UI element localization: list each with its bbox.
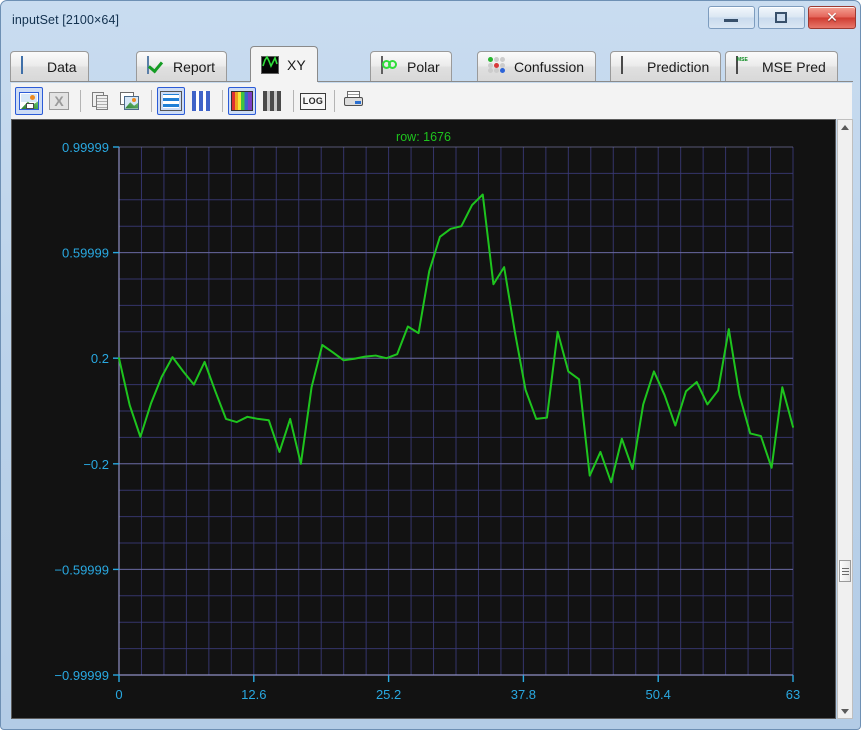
maximize-button[interactable] (758, 6, 805, 29)
tab-prediction[interactable]: Prediction (610, 51, 722, 81)
horizontal-lines-icon (160, 91, 182, 111)
copy-image-icon (120, 91, 140, 111)
minimize-button[interactable] (708, 6, 755, 29)
prediction-grid-icon (621, 56, 640, 76)
dot-matrix-icon (488, 57, 507, 76)
window-title: inputSet [2100×64] (12, 13, 120, 27)
log-icon: LOG (300, 92, 326, 110)
copy-icon (91, 91, 109, 111)
print-button[interactable] (340, 87, 368, 115)
close-button[interactable]: ✕ (808, 6, 856, 29)
svg-text:−0.99999: −0.99999 (54, 668, 109, 683)
table-grid-icon (21, 56, 40, 76)
svg-text:Column: Column (433, 716, 480, 718)
horizontal-lines-button[interactable] (157, 87, 185, 115)
svg-text:−0.59999: −0.59999 (54, 562, 109, 577)
tab-report-label: Report (173, 58, 216, 75)
gray-bars-button[interactable] (258, 87, 286, 115)
tab-mse-pred[interactable]: MSE Pred (725, 51, 838, 81)
scrollbar-thumb[interactable] (839, 560, 851, 582)
copy-image-button[interactable] (116, 87, 144, 115)
checkmark-icon (147, 56, 166, 76)
excel-icon (49, 92, 69, 110)
maximize-icon (775, 12, 787, 23)
save-image-button[interactable] (15, 87, 43, 115)
title-bar: inputSet [2100×64] ✕ (1, 1, 861, 41)
tab-polar[interactable]: Polar (370, 51, 452, 81)
vertical-bars-button[interactable] (187, 87, 215, 115)
vertical-bars-icon (192, 91, 210, 111)
svg-text:12.6: 12.6 (241, 687, 266, 702)
toolbar-separator (222, 90, 223, 112)
application-window: inputSet [2100×64] ✕ Data Report XY Pola… (0, 0, 861, 730)
svg-text:50.4: 50.4 (646, 687, 671, 702)
toolbar-separator (293, 90, 294, 112)
svg-text:63: 63 (786, 687, 800, 702)
tab-baseline (10, 81, 853, 82)
mse-grid-icon (736, 56, 755, 76)
waveform-icon (261, 55, 280, 74)
chart-toolbar: LOG (11, 83, 852, 119)
scroll-down-button[interactable] (838, 704, 852, 718)
tab-prediction-label: Prediction (647, 58, 710, 75)
svg-text:25.2: 25.2 (376, 687, 401, 702)
tab-report[interactable]: Report (136, 51, 228, 81)
xy-chart: 0.99999 0.59999 0.2 −0.2 −0.59999 −0.99999 0 12… (54, 140, 800, 718)
tab-confussion-label: Confussion (514, 58, 585, 75)
close-icon: ✕ (826, 9, 838, 26)
toolbar-separator (334, 90, 335, 112)
save-image-icon (19, 92, 39, 110)
tab-confussion[interactable]: Confussion (477, 51, 597, 81)
tab-xy-label: XY (287, 56, 306, 73)
svg-text:−0.2: −0.2 (83, 457, 109, 472)
color-bars-icon (231, 91, 253, 111)
tab-data-label: Data (47, 58, 77, 75)
toolbar-separator (80, 90, 81, 112)
tab-xy[interactable]: XY (250, 46, 318, 82)
minimize-icon (724, 19, 738, 22)
svg-text:37.8: 37.8 (511, 687, 536, 702)
vertical-scrollbar[interactable] (837, 119, 853, 719)
tab-data[interactable]: Data (10, 51, 89, 81)
color-bars-button[interactable] (228, 87, 256, 115)
xy-plot-panel[interactable]: row: 1676 0.99999 0.59999 0.2 −0.2 −0.59999−… (11, 119, 836, 719)
svg-text:0: 0 (115, 687, 122, 702)
tab-mse-pred-label: MSE Pred (762, 58, 826, 75)
tab-polar-label: Polar (407, 58, 440, 75)
svg-text:0.59999: 0.59999 (62, 246, 109, 261)
gray-bars-icon (263, 91, 281, 111)
copy-button[interactable] (86, 87, 114, 115)
export-excel-button[interactable] (45, 87, 73, 115)
polar-rings-icon (381, 56, 400, 76)
svg-text:0.2: 0.2 (91, 351, 109, 366)
printer-icon (343, 91, 365, 111)
window-controls: ✕ (708, 6, 856, 29)
log-scale-button[interactable]: LOG (299, 87, 327, 115)
tab-bar: Data Report XY Polar Confussion Predicti… (10, 46, 853, 82)
svg-text:0.99999: 0.99999 (62, 140, 109, 155)
toolbar-separator (151, 90, 152, 112)
scroll-up-button[interactable] (838, 120, 852, 134)
